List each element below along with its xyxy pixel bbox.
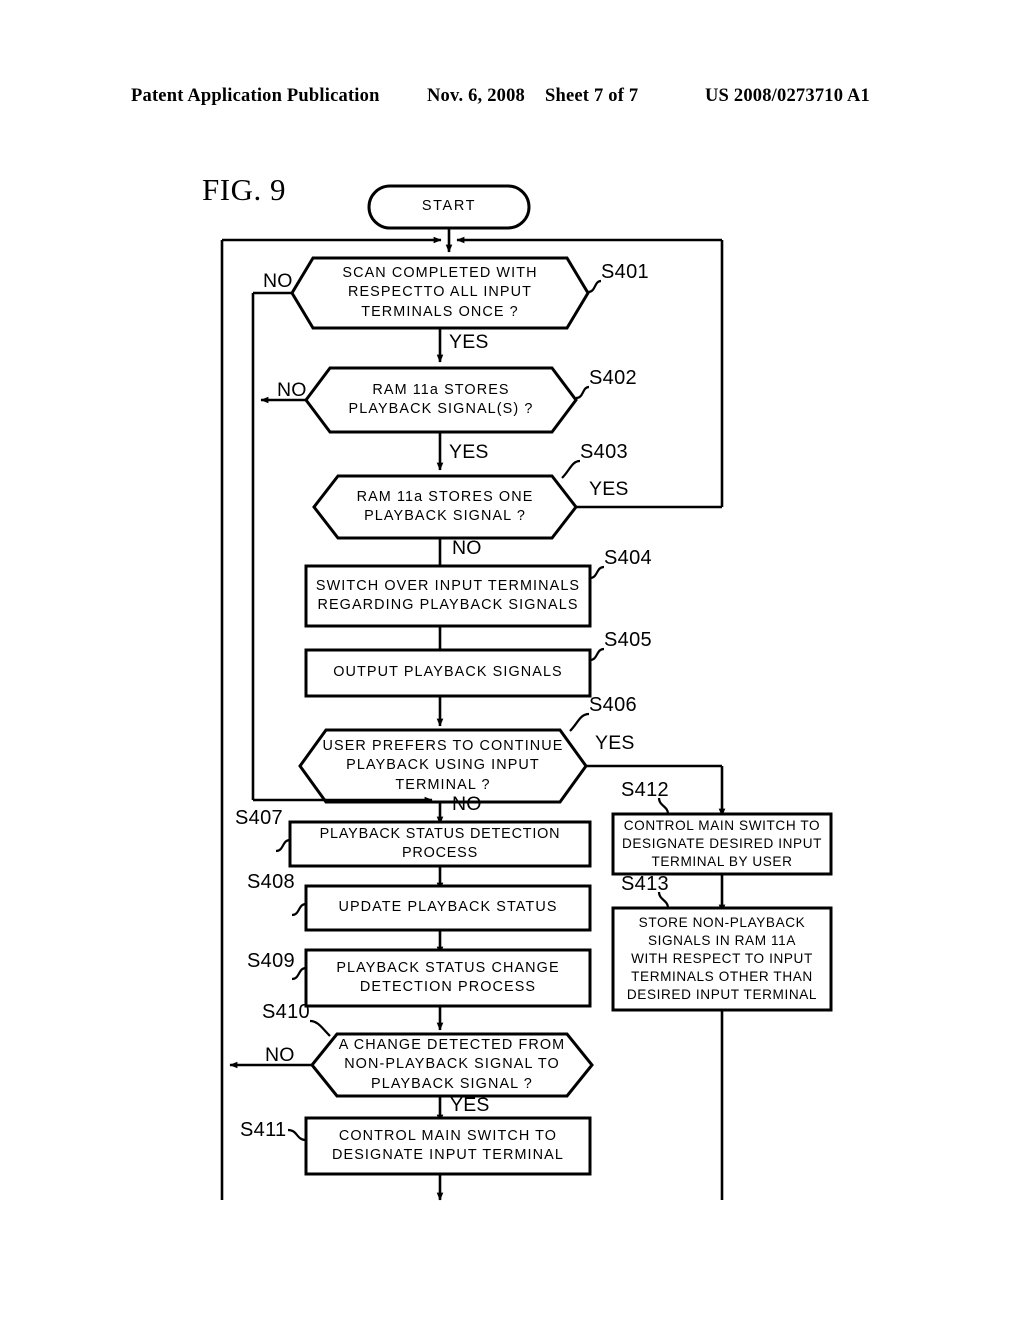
s410-label: A CHANGE DETECTED FROM NON-PLAYBACK SIGN… bbox=[338, 1036, 566, 1092]
start-node-label: START bbox=[421, 198, 477, 215]
s412-label: CONTROL MAIN SWITCH TO DESIGNATE DESIRED… bbox=[621, 818, 823, 869]
branch-s401-no: NO bbox=[263, 270, 293, 292]
step-ref-s413: S413 bbox=[621, 873, 669, 895]
step-ref-s402: S402 bbox=[589, 367, 637, 389]
s411-label: CONTROL MAIN SWITCH TO DESIGNATE INPUT T… bbox=[332, 1127, 564, 1164]
step-ref-s410: S410 bbox=[262, 1001, 310, 1023]
step-ref-s405: S405 bbox=[604, 629, 652, 651]
step-ref-s401: S401 bbox=[601, 261, 649, 283]
branch-s402-yes: YES bbox=[449, 441, 489, 463]
s409-label: PLAYBACK STATUS CHANGE DETECTION PROCESS bbox=[336, 959, 560, 996]
branch-s406-no: NO bbox=[452, 793, 482, 815]
step-ref-s403: S403 bbox=[580, 441, 628, 463]
s408-label: UPDATE PLAYBACK STATUS bbox=[338, 899, 558, 916]
branch-s410-no: NO bbox=[265, 1044, 295, 1066]
s403-label: RAM 11a STORES ONE PLAYBACK SIGNAL ? bbox=[356, 488, 534, 525]
branch-s401-yes: YES bbox=[449, 331, 489, 353]
step-ref-s411: S411 bbox=[240, 1119, 287, 1141]
s413-label: STORE NON-PLAYBACK SIGNALS IN RAM 11A WI… bbox=[626, 915, 818, 1002]
branch-s403-yes: YES bbox=[589, 478, 629, 500]
step-ref-s408: S408 bbox=[247, 871, 295, 893]
step-ref-s404: S404 bbox=[604, 547, 652, 569]
s404-label: SWITCH OVER INPUT TERMINALS REGARDING PL… bbox=[315, 577, 581, 614]
s401-label: SCAN COMPLETED WITH RESPECTTO ALL INPUT … bbox=[342, 264, 538, 320]
step-ref-s407: S407 bbox=[235, 807, 283, 829]
s406-label: USER PREFERS TO CONTINUE PLAYBACK USING … bbox=[322, 737, 564, 793]
s407-label: PLAYBACK STATUS DETECTION PROCESS bbox=[319, 825, 561, 862]
s405-label: OUTPUT PLAYBACK SIGNALS bbox=[333, 664, 563, 681]
branch-s406-yes: YES bbox=[595, 732, 635, 754]
branch-s403-no: NO bbox=[452, 537, 482, 559]
step-ref-s406: S406 bbox=[589, 694, 637, 716]
branch-s410-yes: YES bbox=[450, 1094, 490, 1116]
s402-label: RAM 11a STORES PLAYBACK SIGNAL(S) ? bbox=[348, 381, 534, 418]
step-ref-s409: S409 bbox=[247, 950, 295, 972]
step-ref-s412: S412 bbox=[621, 779, 669, 801]
branch-s402-no: NO bbox=[277, 379, 307, 401]
